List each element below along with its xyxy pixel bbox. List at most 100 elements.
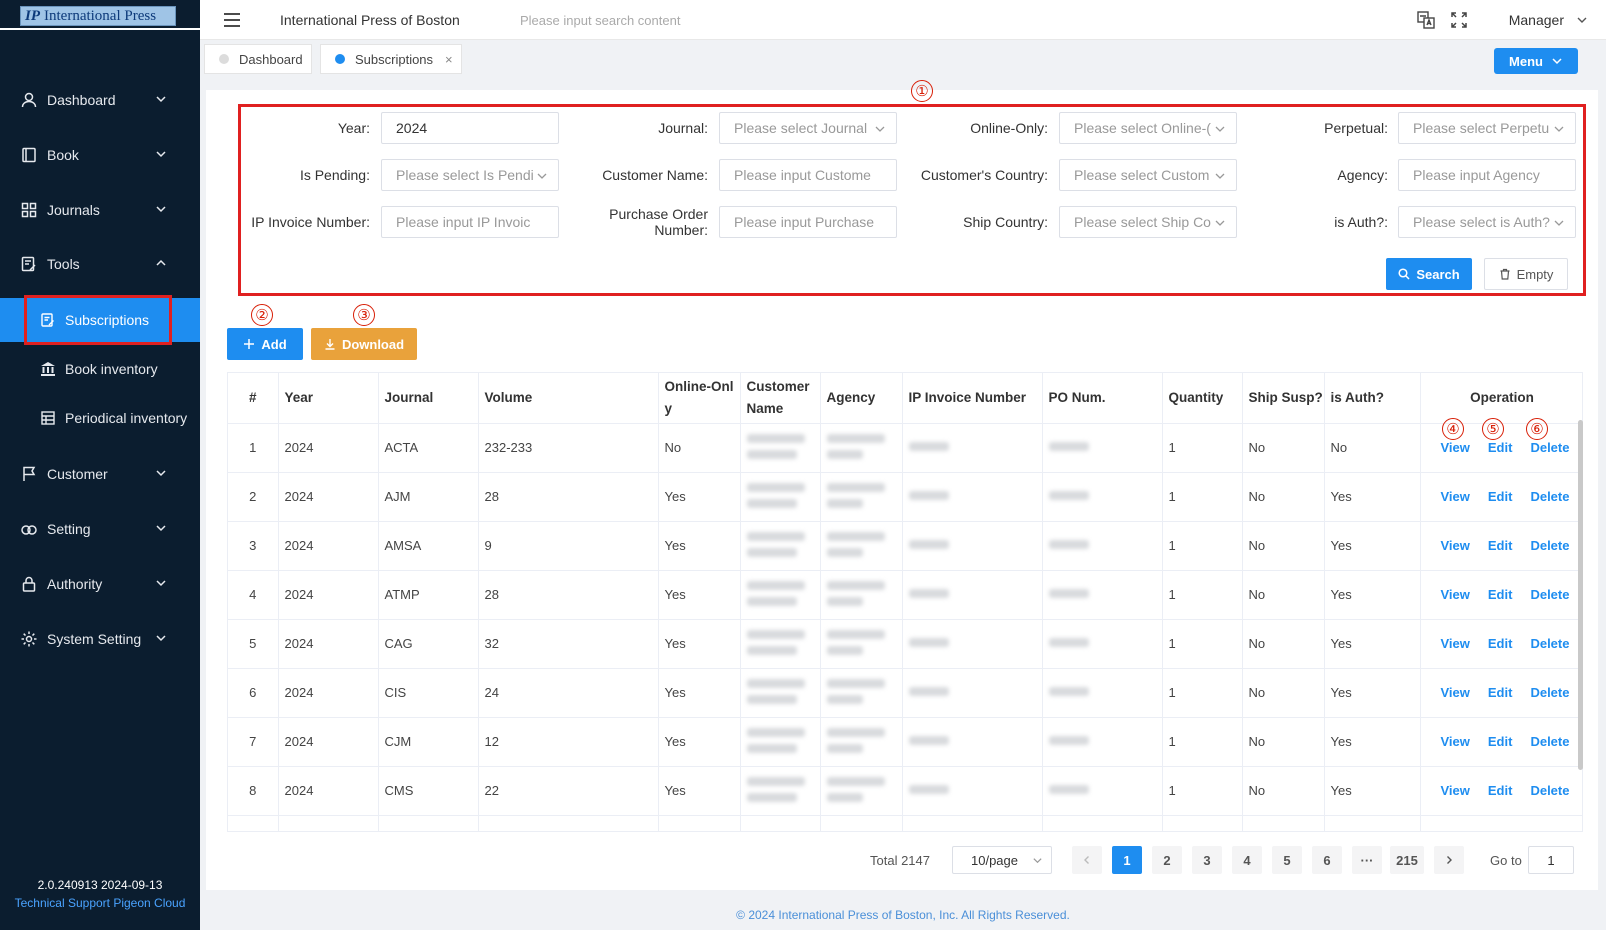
row-invoice-redacted	[902, 423, 1043, 473]
pending-select[interactable]: Please select Is Pendi	[381, 159, 559, 191]
row-agency-redacted	[820, 619, 903, 669]
delete-link[interactable]: Delete	[1530, 636, 1569, 651]
view-link[interactable]: View	[1441, 440, 1470, 455]
tab-subscriptions[interactable]: Subscriptions ×	[320, 44, 462, 74]
edit-link[interactable]: Edit	[1488, 783, 1513, 798]
sidebar-item-periodical-inventory[interactable]: Periodical inventory	[0, 396, 200, 440]
header-invoice[interactable]: IP Invoice Number	[902, 373, 1043, 424]
perpetual-select[interactable]: Please select Perpetu	[1398, 112, 1576, 144]
page-5[interactable]: 5	[1272, 846, 1302, 874]
download-button[interactable]: Download	[311, 328, 417, 360]
next-page-button[interactable]	[1434, 846, 1464, 874]
invoice-field[interactable]: Please input IP Invoic	[381, 206, 559, 238]
chevron-down-icon	[156, 580, 166, 587]
edit-link[interactable]: Edit	[1488, 636, 1513, 651]
header-ship-susp[interactable]: Ship Susp?	[1242, 373, 1325, 424]
view-link[interactable]: View	[1441, 587, 1470, 602]
menu-button[interactable]: Menu	[1494, 48, 1578, 74]
po-field[interactable]: Please input Purchase	[719, 206, 897, 238]
customer-field[interactable]: Please input Custome	[719, 159, 897, 191]
page-1[interactable]: 1	[1112, 846, 1142, 874]
header-customer-name[interactable]: Customer Name	[740, 373, 821, 424]
agency-field[interactable]: Please input Agency	[1398, 159, 1576, 191]
agency-label: Agency:	[1337, 167, 1388, 183]
header-po[interactable]: PO Num.	[1042, 373, 1163, 424]
ship-select[interactable]: Please select Ship Co	[1059, 206, 1237, 238]
delete-link[interactable]: Delete	[1530, 440, 1569, 455]
delete-link[interactable]: Delete	[1530, 587, 1569, 602]
chevron-down-icon[interactable]	[1576, 14, 1588, 26]
year-field[interactable]: 2024	[381, 112, 559, 144]
support-link[interactable]: Technical Support Pigeon Cloud	[0, 896, 200, 910]
page-last[interactable]: 215	[1390, 846, 1424, 874]
journal-select[interactable]: Please select Journal	[719, 112, 897, 144]
country-select[interactable]: Please select Custom	[1059, 159, 1237, 191]
sidebar-item-dashboard[interactable]: Dashboard	[0, 78, 200, 122]
delete-link[interactable]: Delete	[1530, 783, 1569, 798]
prev-page-button[interactable]	[1072, 846, 1102, 874]
page-ellipsis[interactable]: ···	[1352, 846, 1382, 874]
delete-link[interactable]: Delete	[1530, 734, 1569, 749]
sidebar-item-book-inventory[interactable]: Book inventory	[0, 347, 200, 391]
hamburger-icon[interactable]	[222, 10, 242, 30]
translate-icon[interactable]	[1416, 10, 1436, 30]
sidebar-item-journals[interactable]: Journals	[0, 188, 200, 232]
header-journal[interactable]: Journal	[378, 373, 479, 424]
table-body: 1 2024 ACTA 232-233 No 1 No No View Edit Delete 2 20…	[228, 423, 1582, 831]
row-online-only: No	[658, 423, 741, 473]
header-is-auth[interactable]: is Auth?	[1324, 373, 1421, 424]
menu-button-label: Menu	[1509, 53, 1543, 69]
table-row: 5 2024 CAG 32 Yes 1 No Yes View Edit Delete	[228, 619, 1582, 669]
page-4[interactable]: 4	[1232, 846, 1262, 874]
page-6[interactable]: 6	[1312, 846, 1342, 874]
sidebar-item-tools[interactable]: Tools	[0, 242, 200, 286]
view-link[interactable]: View	[1441, 538, 1470, 553]
search-input[interactable]	[520, 8, 780, 32]
edit-link[interactable]: Edit	[1488, 734, 1513, 749]
edit-link[interactable]: Edit	[1488, 587, 1513, 602]
delete-link[interactable]: Delete	[1530, 489, 1569, 504]
row-volume: 28	[478, 472, 659, 522]
empty-button[interactable]: Empty	[1484, 258, 1568, 290]
edit-link[interactable]: Edit	[1488, 440, 1513, 455]
auth-select[interactable]: Please select is Auth?	[1398, 206, 1576, 238]
header-online-only[interactable]: Online-Only	[658, 373, 741, 424]
row-cell	[1042, 815, 1163, 831]
view-link[interactable]: View	[1441, 636, 1470, 651]
sidebar-item-book[interactable]: Book	[0, 133, 200, 177]
page-3[interactable]: 3	[1192, 846, 1222, 874]
view-link[interactable]: View	[1441, 734, 1470, 749]
view-link[interactable]: View	[1441, 489, 1470, 504]
edit-link[interactable]: Edit	[1488, 489, 1513, 504]
row-volume: 22	[478, 766, 659, 816]
header-year[interactable]: Year	[278, 373, 379, 424]
delete-link[interactable]: Delete	[1530, 538, 1569, 553]
page-2[interactable]: 2	[1152, 846, 1182, 874]
edit-link[interactable]: Edit	[1488, 538, 1513, 553]
online-select[interactable]: Please select Online-(	[1059, 112, 1237, 144]
pending-placeholder: Please select Is Pendi	[396, 167, 534, 183]
search-button[interactable]: Search	[1386, 258, 1472, 290]
header-agency[interactable]: Agency	[820, 373, 903, 424]
sidebar-item-system-setting[interactable]: System Setting	[0, 617, 200, 661]
row-year: 2024	[278, 717, 379, 767]
tab-dashboard[interactable]: Dashboard	[204, 44, 312, 74]
logo[interactable]: IP International Press	[20, 6, 176, 26]
sidebar-item-setting[interactable]: Setting	[0, 507, 200, 551]
redacted-text	[826, 596, 863, 606]
close-icon[interactable]: ×	[445, 52, 453, 67]
sidebar-item-customer[interactable]: Customer	[0, 452, 200, 496]
page-size-select[interactable]: 10/page	[952, 846, 1052, 874]
view-link[interactable]: View	[1441, 783, 1470, 798]
user-menu[interactable]: Manager	[1509, 12, 1564, 28]
table-scrollbar[interactable]	[1578, 420, 1583, 770]
goto-input[interactable]: 1	[1528, 846, 1574, 874]
edit-link[interactable]: Edit	[1488, 685, 1513, 700]
view-link[interactable]: View	[1441, 685, 1470, 700]
header-quantity[interactable]: Quantity	[1162, 373, 1243, 424]
add-button[interactable]: Add	[227, 328, 303, 360]
delete-link[interactable]: Delete	[1530, 685, 1569, 700]
header-volume[interactable]: Volume	[478, 373, 659, 424]
sidebar-item-authority[interactable]: Authority	[0, 562, 200, 606]
fullscreen-icon[interactable]	[1450, 11, 1468, 29]
